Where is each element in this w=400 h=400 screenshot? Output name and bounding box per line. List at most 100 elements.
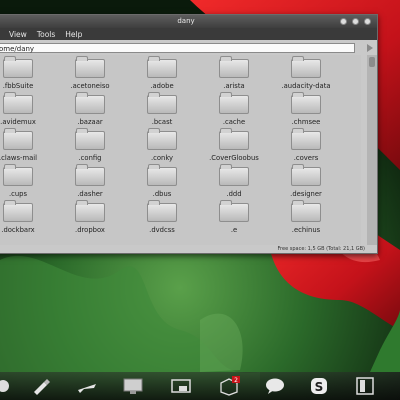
file-name: .conky	[150, 154, 174, 162]
file-name: .dvdcss	[149, 226, 175, 234]
file-item[interactable]: .bcast	[127, 92, 197, 135]
screen-icon[interactable]	[170, 376, 192, 396]
folder-icon	[147, 56, 177, 78]
book-icon[interactable]	[354, 376, 376, 396]
file-name: .dasher	[77, 190, 103, 198]
folder-icon	[147, 128, 177, 150]
folder-icon	[291, 92, 321, 114]
monitor-icon[interactable]	[122, 376, 144, 396]
menu-help[interactable]: Help	[65, 30, 82, 39]
file-item[interactable]: .covers	[271, 128, 341, 171]
file-name: .audacity-data	[281, 82, 331, 90]
file-name: .CoverGloobus	[209, 154, 259, 162]
svg-text:S: S	[315, 380, 324, 394]
menu-bar: View Tools Help	[0, 28, 377, 40]
file-name: .arista	[223, 82, 245, 90]
window-titlebar[interactable]: dany	[0, 15, 377, 28]
scrollbar-thumb[interactable]	[369, 57, 375, 67]
file-name: .dropbox	[75, 226, 105, 234]
folder-icon	[147, 92, 177, 114]
folder-icon	[219, 164, 249, 186]
go-arrow-icon[interactable]	[367, 44, 373, 52]
file-name: .e	[230, 226, 238, 234]
minimize-button[interactable]	[340, 18, 347, 25]
file-name: .dockbarx	[1, 226, 35, 234]
file-name: .fbbSuite	[2, 82, 34, 90]
maximize-button[interactable]	[352, 18, 359, 25]
folder-icon	[147, 164, 177, 186]
scrollbar[interactable]	[367, 55, 377, 245]
folder-icon	[75, 164, 105, 186]
file-item[interactable]: .cache	[199, 92, 269, 135]
file-item[interactable]: .dockbarx	[0, 200, 53, 243]
folder-icon	[147, 200, 177, 222]
skype-icon[interactable]: S	[308, 376, 330, 396]
folder-icon	[3, 200, 33, 222]
folder-icon	[291, 200, 321, 222]
menu-tools[interactable]: Tools	[37, 30, 55, 39]
file-item[interactable]: .arista	[199, 56, 269, 99]
file-name: .covers	[293, 154, 319, 162]
folder-icon	[75, 92, 105, 114]
folder-icon	[219, 128, 249, 150]
package-icon[interactable]: 2	[218, 376, 240, 396]
folder-icon	[3, 164, 33, 186]
window-title: dany	[177, 17, 195, 25]
chat-icon[interactable]	[264, 376, 286, 396]
folder-icon	[219, 56, 249, 78]
folder-icon	[291, 128, 321, 150]
file-name: .avidemux	[0, 118, 36, 126]
file-item[interactable]: .e	[199, 200, 269, 243]
partial-icon[interactable]	[0, 376, 14, 396]
file-name: .cups	[8, 190, 28, 198]
file-item[interactable]: .ddd	[199, 164, 269, 207]
file-name: .bcast	[151, 118, 173, 126]
folder-icon	[219, 92, 249, 114]
file-item[interactable]: .dvdcss	[127, 200, 197, 243]
notification-badge: 2	[234, 377, 238, 384]
file-manager-window: dany View Tools Help ome/dany .fbbSuite.…	[0, 14, 378, 254]
file-name: .dbus	[152, 190, 172, 198]
folder-icon	[75, 200, 105, 222]
file-item[interactable]: .acetoneiso	[55, 56, 125, 99]
file-item[interactable]: .config	[55, 128, 125, 171]
folder-icon	[291, 56, 321, 78]
file-name: .acetoneiso	[70, 82, 110, 90]
file-name: .config	[78, 154, 102, 162]
menu-view[interactable]: View	[9, 30, 27, 39]
dock: 2 S	[0, 372, 400, 400]
folder-icon	[219, 200, 249, 222]
folder-icon	[291, 164, 321, 186]
file-item[interactable]: .dbus	[127, 164, 197, 207]
folder-icon	[3, 128, 33, 150]
file-item[interactable]: .dasher	[55, 164, 125, 207]
file-grid: .fbbSuite .acetoneiso .adobe .arista .audaci…	[0, 55, 361, 245]
file-item[interactable]: .echinus	[271, 200, 341, 243]
folder-icon	[75, 56, 105, 78]
file-item[interactable]: .CoverGloobus	[199, 128, 269, 171]
pen-icon[interactable]	[30, 376, 52, 396]
location-field[interactable]: ome/dany	[0, 43, 355, 53]
free-space-status: Free space: 1,5 GB (Total: 21,1 GB)	[277, 246, 365, 252]
close-button[interactable]	[364, 18, 371, 25]
file-item[interactable]: .audacity-data	[271, 56, 341, 99]
status-bar: Free space: 1,5 GB (Total: 21,1 GB)	[0, 245, 377, 253]
plane-icon[interactable]	[76, 376, 98, 396]
file-name: .designer	[290, 190, 322, 198]
file-name: .cache	[222, 118, 246, 126]
folder-icon	[3, 92, 33, 114]
folder-icon	[75, 128, 105, 150]
file-area: .fbbSuite .acetoneiso .adobe .arista .audaci…	[0, 55, 361, 245]
file-name: .ddd	[226, 190, 242, 198]
file-item[interactable]: .dropbox	[55, 200, 125, 243]
file-item[interactable]: .chmsee	[271, 92, 341, 135]
file-item[interactable]: .adobe	[127, 56, 197, 99]
file-item[interactable]: .conky	[127, 128, 197, 171]
file-name: .echinus	[291, 226, 321, 234]
file-item[interactable]: .designer	[271, 164, 341, 207]
file-name: .chmsee	[291, 118, 321, 126]
file-name: .bazaar	[77, 118, 103, 126]
folder-icon	[3, 56, 33, 78]
file-item[interactable]: .bazaar	[55, 92, 125, 135]
location-bar: ome/dany	[0, 40, 377, 55]
